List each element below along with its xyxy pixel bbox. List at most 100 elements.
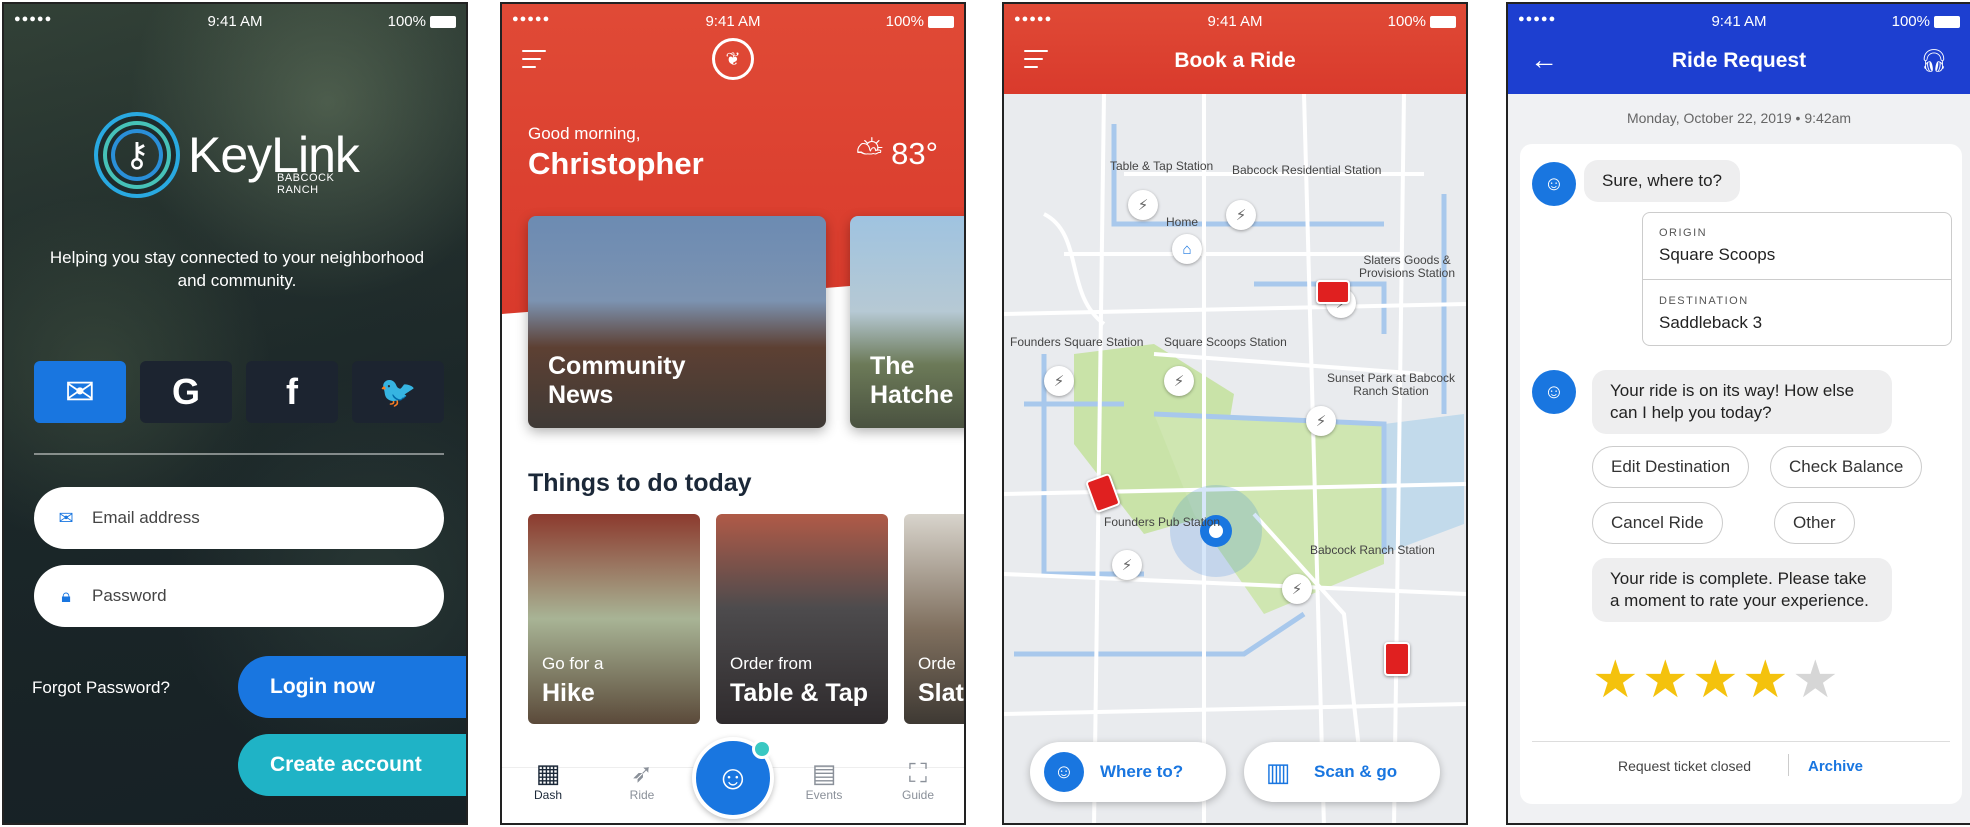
archive-link[interactable]: Archive (1808, 758, 1863, 775)
twitter-login-button[interactable]: 🐦 (352, 361, 444, 423)
assistant-bot-button[interactable]: ☺ (692, 737, 774, 819)
tab-label: Events (805, 788, 843, 802)
station-label: Founders Square Station (1010, 335, 1144, 349)
ride-map[interactable]: Table & Tap Station ⚡︎ Babcock Residenti… (1004, 94, 1466, 823)
scan-go-button[interactable]: ▥ Scan & go (1244, 742, 1440, 802)
headset-icon[interactable]: 🎧︎ (1920, 48, 1948, 74)
battery: 100% (1892, 13, 1960, 30)
battery-icon (928, 15, 954, 28)
email-field[interactable]: ✉ (34, 487, 444, 549)
forgot-password-link[interactable]: Forgot Password? (32, 678, 170, 698)
status-bar: ●●●●● 9:41 AM 100% (502, 4, 964, 36)
tab-events[interactable]: ▤ Events (794, 758, 854, 802)
twitter-icon: 🐦 (379, 375, 417, 409)
bolt-station-pin[interactable]: ⚡︎ (1306, 406, 1336, 436)
where-to-label: Where to? (1100, 762, 1184, 781)
home-pin[interactable]: ⌂ (1172, 234, 1202, 264)
ride-icon: ➶ (631, 758, 653, 788)
bot-message: Your ride is complete. Please take a mom… (1592, 558, 1892, 622)
bot-message: Your ride is on its way! How else can I … (1592, 370, 1892, 434)
filled-star-icon[interactable]: ★ (1742, 654, 1789, 706)
where-to-button[interactable]: ☺ Where to? (1030, 742, 1226, 802)
notification-dot (752, 739, 772, 759)
password-field[interactable]: 🔒︎ (34, 565, 444, 627)
card-title: The Hatche (870, 352, 954, 409)
status-bar: ●●●●● 9:41 AM 100% (1508, 4, 1970, 36)
key-icon: ⚷ (94, 112, 180, 198)
bot-message: Sure, where to? (1584, 160, 1741, 202)
battery: 100% (886, 13, 954, 30)
route-card: ORIGIN Square Scoops DESTINATION Saddleb… (1642, 212, 1952, 346)
filled-star-icon[interactable]: ★ (1592, 654, 1639, 706)
bolt-station-pin[interactable]: ⚡︎ (1112, 550, 1142, 580)
edit-destination-chip[interactable]: Edit Destination (1592, 446, 1750, 488)
robot-avatar-icon: ☺ (1532, 162, 1576, 206)
other-chip[interactable]: Other (1774, 502, 1855, 544)
station-label: Founders Pub Station (1104, 515, 1221, 529)
filled-star-icon[interactable]: ★ (1692, 654, 1739, 706)
origin-label: ORIGIN (1659, 227, 1708, 239)
robot-icon: ☺ (715, 758, 751, 797)
bolt-station-pin[interactable]: ⚡︎ (1282, 574, 1312, 604)
station-label: Slaters Goods & Provisions Station (1358, 253, 1456, 280)
community-news-card[interactable]: Community News (528, 216, 826, 428)
battery: 100% (388, 13, 456, 30)
robot-avatar-icon: ☺ (1532, 370, 1576, 414)
barcode-icon: ▥ (1258, 752, 1298, 792)
tab-label: Dash (533, 788, 562, 802)
route-divider (1643, 279, 1951, 280)
page-title: Book a Ride (1174, 49, 1296, 72)
menu-icon[interactable] (522, 50, 546, 68)
bolt-station-pin[interactable]: ⚡︎ (1164, 366, 1194, 396)
envelope-icon: ✉ (58, 507, 74, 528)
tab-ride[interactable]: ➶ Ride (612, 758, 672, 802)
tile-subtitle: Orde (918, 654, 956, 673)
tile-title: Slat (918, 679, 964, 707)
password-input[interactable] (92, 586, 412, 606)
tile-title: Table & Tap (730, 679, 868, 707)
login-screen: ●●●●● 9:41 AM 100% ⚷ KeyLink BABCOCK RAN… (2, 2, 468, 825)
hatchery-card[interactable]: The Hatche (850, 216, 964, 428)
tab-label: Ride (629, 788, 655, 802)
calendar-icon: ▤ (811, 758, 837, 788)
scan-go-label: Scan & go (1314, 762, 1398, 781)
bolt-station-pin[interactable]: ⚡︎ (1044, 366, 1074, 396)
google-login-button[interactable]: G (140, 361, 232, 423)
section-title: Things to do today (528, 469, 752, 497)
car-icon[interactable] (1316, 280, 1350, 304)
empty-star-icon[interactable]: ★ (1792, 654, 1839, 706)
email-input[interactable] (92, 508, 412, 528)
facebook-login-button[interactable]: f (246, 361, 338, 423)
mail-icon: ✉ (64, 371, 96, 412)
tab-dash[interactable]: ▦ Dash (518, 758, 578, 802)
check-balance-chip[interactable]: Check Balance (1770, 446, 1923, 488)
greeting: Good morning, (528, 124, 641, 143)
facebook-icon: f (286, 371, 298, 412)
create-account-button[interactable]: Create account (238, 734, 466, 796)
hike-tile[interactable]: Go for a Hike (528, 514, 700, 724)
battery-percent: 100% (885, 13, 924, 30)
table-tap-tile[interactable]: Order from Table & Tap (716, 514, 888, 724)
grid-icon: ▦ (535, 758, 561, 788)
ride-request-screen: ●●●●● 9:41 AM 100% ← Ride Request 🎧︎ Mon… (1506, 2, 1970, 825)
footer-separator (1788, 754, 1789, 776)
leaf-logo-icon: ❦ (712, 38, 754, 80)
book-ride-screen: ●●●●● 9:41 AM 100% Book a Ride Table & T… (1002, 2, 1468, 825)
filled-star-icon[interactable]: ★ (1642, 654, 1689, 706)
car-icon[interactable] (1384, 642, 1410, 676)
tab-guide[interactable]: ⛶ Guide (888, 758, 948, 802)
station-label: Babcock Residential Station (1232, 163, 1382, 177)
chat-panel: ☺ Sure, where to? ORIGIN Square Scoops D… (1520, 144, 1962, 804)
google-icon: G (171, 371, 200, 412)
mail-login-button[interactable]: ✉ (34, 361, 126, 423)
slaters-tile[interactable]: Orde Slat (904, 514, 964, 724)
bolt-station-pin[interactable]: ⚡︎ (1226, 200, 1256, 230)
cancel-ride-chip[interactable]: Cancel Ride (1592, 502, 1723, 544)
login-button[interactable]: Login now (238, 656, 466, 718)
bolt-station-pin[interactable]: ⚡︎ (1128, 190, 1158, 220)
lock-icon: 🔒︎ (61, 585, 71, 606)
footer-divider (1532, 741, 1950, 742)
page-title: Ride Request (1671, 49, 1807, 72)
battery-percent: 100% (1891, 13, 1930, 30)
dashboard-screen: ●●●●● 9:41 AM 100% ❦ Good morning, Chris… (500, 2, 966, 825)
